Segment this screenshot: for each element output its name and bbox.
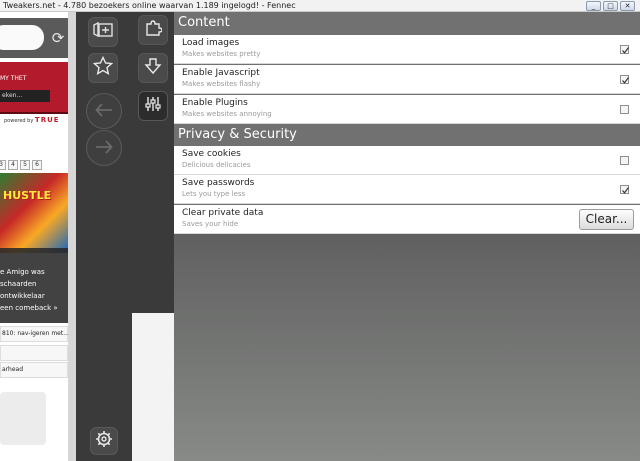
close-button[interactable]: ✕ [620,1,635,11]
page-edge [132,313,174,461]
article-caption[interactable]: e Amigo was schaarden ontwikkelaar een c… [0,248,68,323]
web-content[interactable]: ⟳ MY THET eken... powered by TRUE 3 4 5 … [0,12,76,461]
setting-label: Clear private data [182,208,264,218]
window-title: Tweakers.net - 4.780 bezoekers online wa… [3,1,296,10]
setting-label: Load images [182,38,240,48]
panel-background [174,234,640,461]
list-item[interactable] [0,345,68,361]
puzzle-icon [144,19,163,41]
setting-enable-plugins[interactable]: Enable Plugins Makes websites annoying [174,95,640,124]
powered-by-label: powered by [4,118,34,124]
setting-clear-private-data: Clear private data Saves your hide Clear… [174,205,640,234]
save-cookies-checkbox[interactable] [620,156,629,165]
caption-line: e Amigo was [0,268,45,276]
browser-toolbar [76,12,132,461]
banner-text: MY THET [0,75,27,82]
setting-description: Saves your hide [182,220,239,228]
setting-label: Enable Javascript [182,68,260,78]
caption-line: een comeback » [0,304,58,312]
back-arrow-icon [95,102,113,121]
setting-description: Makes websites pretty [182,50,261,58]
setting-load-images[interactable]: Load images Makes websites pretty [174,35,640,64]
page-6-link[interactable]: 6 [32,160,42,170]
section-title: Content [178,15,230,30]
banner-select[interactable]: eken... [0,90,50,102]
setting-save-cookies[interactable]: Save cookies Delicious delicacies [174,146,640,175]
setting-description: Lets you type less [182,190,246,198]
load-images-checkbox[interactable] [620,45,629,54]
enable-javascript-checkbox[interactable] [620,75,629,84]
back-button[interactable] [86,93,122,129]
scroll-edge [68,12,76,461]
content-placeholder [0,392,46,445]
downloads-tab[interactable] [138,53,168,83]
title-bar: Tweakers.net - 4.780 bezoekers online wa… [0,0,640,12]
sliders-icon [144,95,162,117]
page-3-link[interactable]: 3 [0,160,6,170]
star-icon [92,55,114,80]
brand-logo: TRUE [34,116,60,124]
game-artwork[interactable]: HUSTLE [0,173,68,253]
site-banner: MY THET eken... [0,62,68,114]
gear-icon [95,430,113,452]
forward-arrow-icon [95,139,113,158]
list-item[interactable]: 810: nav-igeren met... [0,326,69,342]
tabs-button[interactable] [88,17,118,47]
enable-plugins-checkbox[interactable] [620,105,629,114]
section-title: Privacy & Security [178,127,297,142]
caption-line: ontwikkelaar [0,292,45,300]
clear-button[interactable]: Clear... [579,209,634,230]
bookmark-button[interactable] [88,53,118,83]
settings-button[interactable] [90,427,118,455]
download-arrow-icon [144,57,162,79]
preferences-tab[interactable] [138,91,168,121]
minimize-button[interactable]: _ [586,1,601,11]
page-5-link[interactable]: 5 [20,160,30,170]
addons-tab[interactable] [138,15,168,45]
game-title: HUSTLE [3,189,52,202]
section-header-privacy: Privacy & Security [174,124,640,147]
reload-icon[interactable]: ⟳ [48,28,68,48]
forward-button[interactable] [86,130,122,166]
list-item[interactable]: arhead [0,362,68,378]
setting-save-passwords[interactable]: Save passwords Lets you type less [174,175,640,204]
setting-label: Enable Plugins [182,98,248,108]
url-bar: ⟳ [0,18,76,58]
section-header-content: Content [174,12,640,35]
powered-by: powered by TRUE [4,116,60,124]
preferences-panel: Content Load images Makes websites prett… [174,12,640,461]
tabs-icon [92,21,114,42]
setting-description: Makes websites annoying [182,110,272,118]
fennec-window: Tweakers.net - 4.780 bezoekers online wa… [0,0,640,461]
setting-description: Delicious delicacies [182,161,251,169]
url-input[interactable] [0,25,44,50]
page-4-link[interactable]: 4 [8,160,18,170]
save-passwords-checkbox[interactable] [620,185,629,194]
maximize-button[interactable]: □ [603,1,618,11]
pagination: 3 4 5 6 [0,160,42,170]
caption-line: schaarden [0,280,37,288]
setting-label: Save passwords [182,178,255,188]
setting-enable-javascript[interactable]: Enable Javascript Makes websites flashy [174,65,640,94]
setting-description: Makes websites flashy [182,80,261,88]
setting-label: Save cookies [182,149,241,159]
